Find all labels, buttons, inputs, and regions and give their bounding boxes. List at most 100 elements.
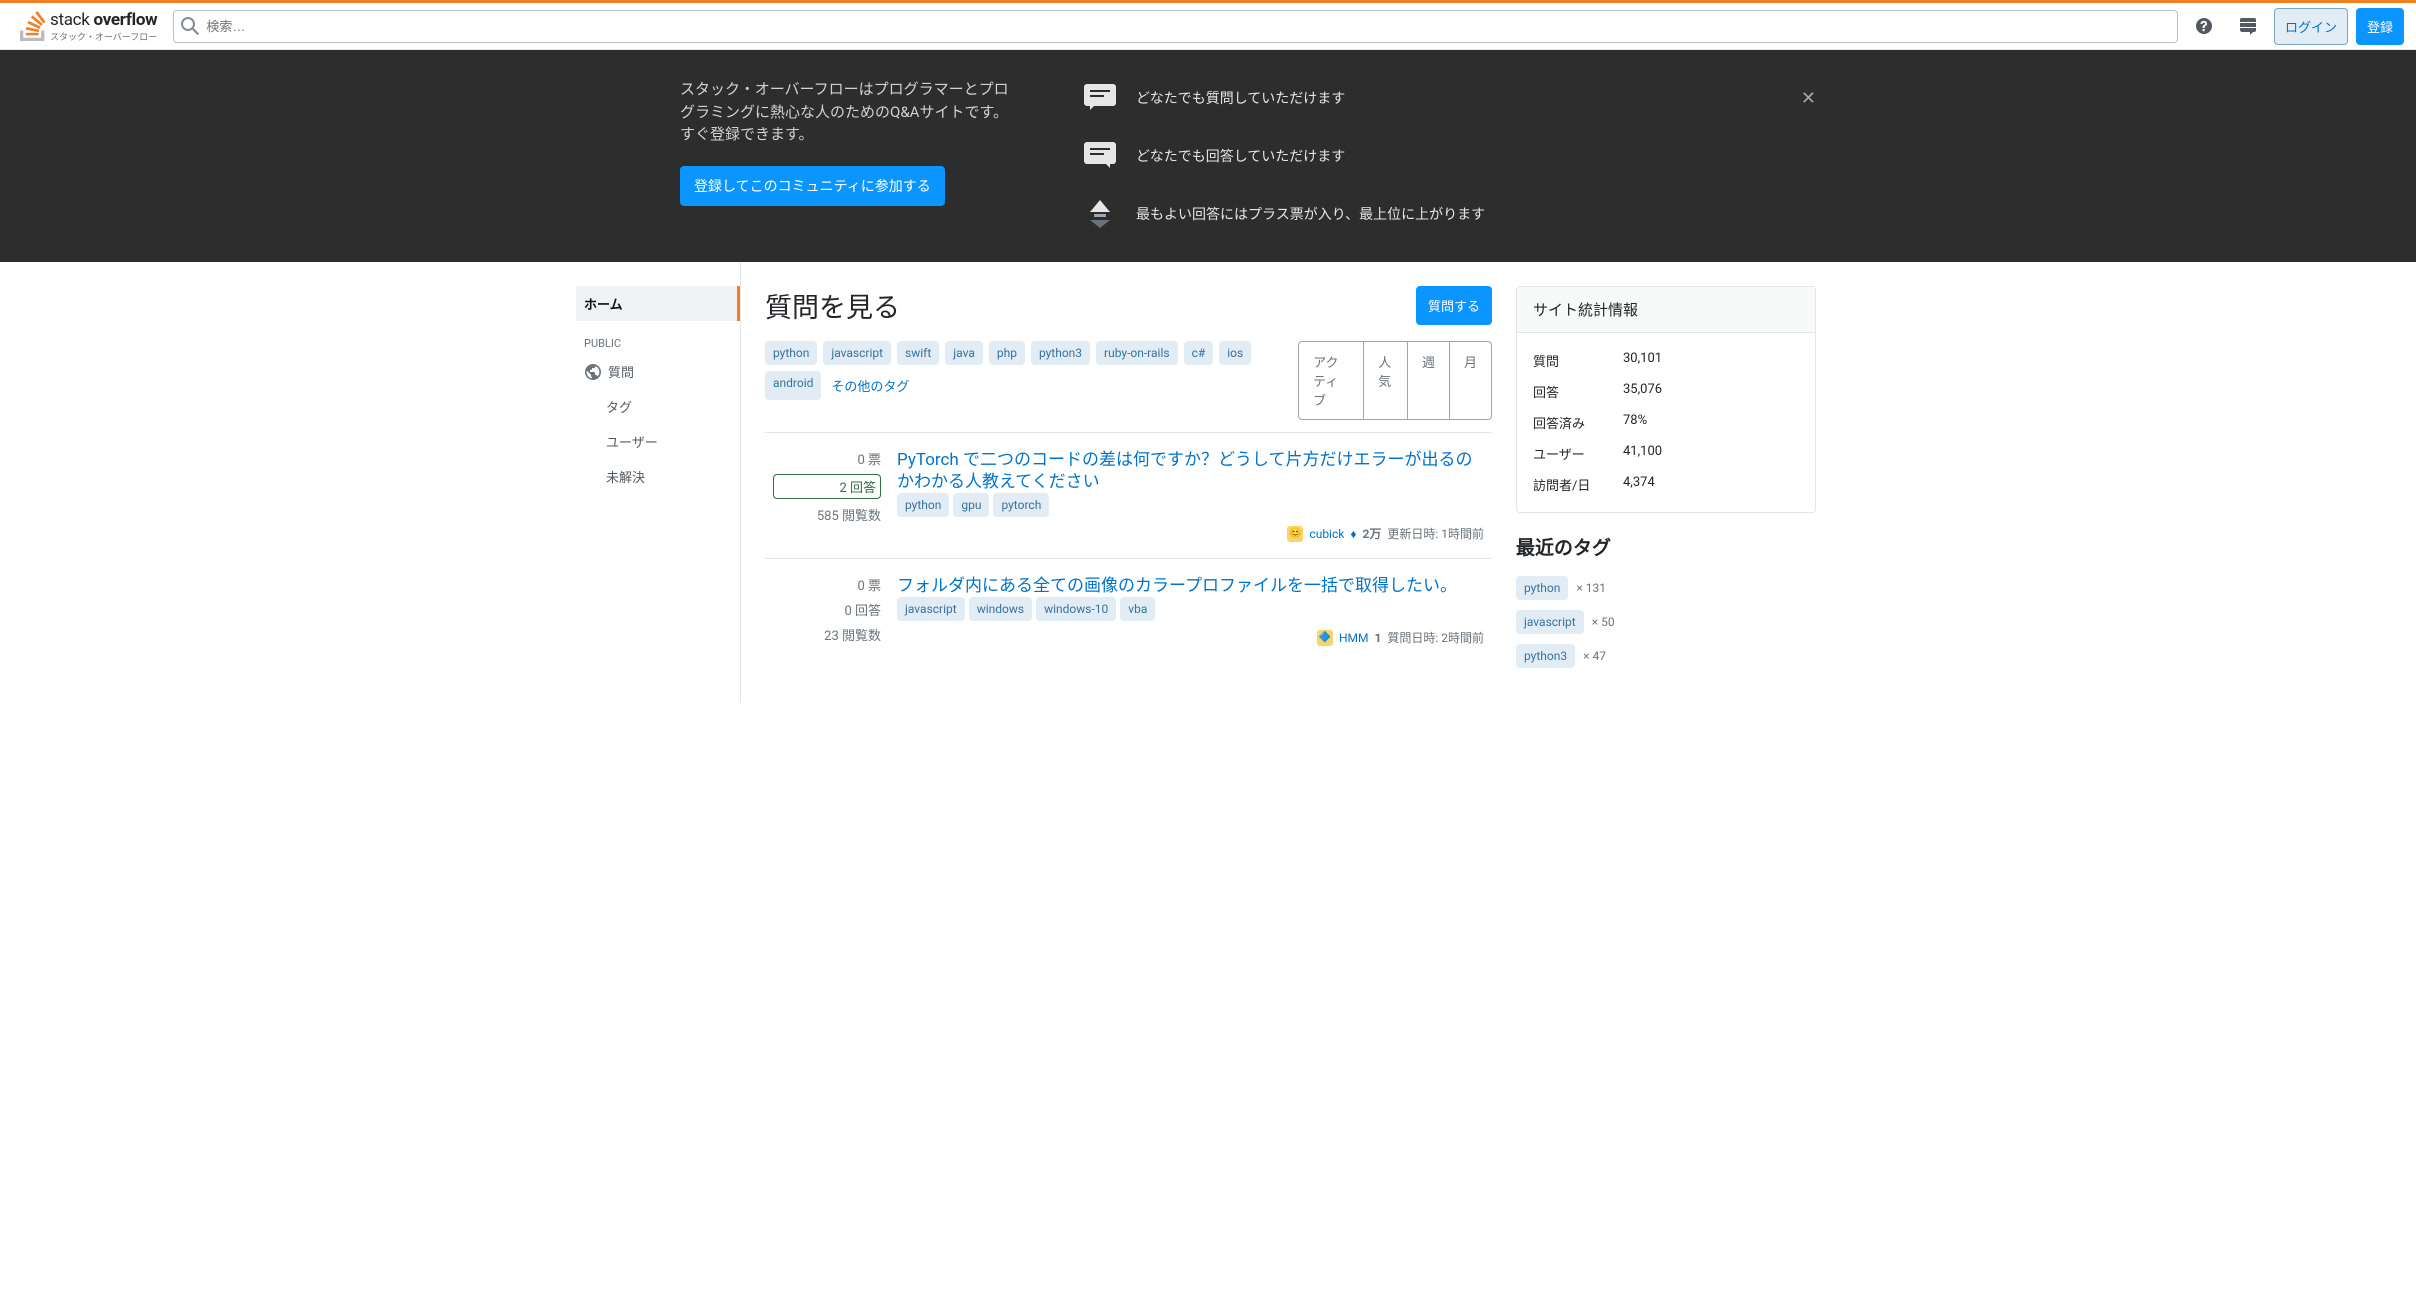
stat-label: 回答 (1533, 382, 1623, 401)
inbox-icon[interactable] (2230, 8, 2266, 44)
timestamp: 質問日時: 2時間前 (1387, 629, 1484, 646)
login-button[interactable]: ログイン (2274, 8, 2348, 45)
hero-description: スタック・オーバーフローはプログラマーとプログラミングに熱心な人のためのQ&Aサ… (680, 78, 1020, 146)
stat-row: 回答済み78% (1533, 407, 1799, 438)
logo[interactable]: stack overflow スタック・オーバーフロー (12, 10, 165, 43)
sidebar-item-unanswered[interactable]: 未解決 (576, 459, 740, 494)
username[interactable]: HMM (1339, 631, 1369, 645)
tag-python[interactable]: python (1516, 576, 1568, 600)
tag-gpu[interactable]: gpu (953, 493, 989, 517)
question-row: 0 票0 回答23 閲覧数フォルダ内にある全ての画像のカラープロファイルを一括で… (765, 558, 1492, 662)
sidebar-header-public: PUBLIC (576, 321, 740, 354)
logo-word1: stack (50, 10, 90, 30)
search-input[interactable] (173, 10, 2178, 43)
question-title[interactable]: フォルダ内にある全ての画像のカラープロファイルを一括で取得したい。 (897, 576, 1457, 596)
chat-icon (1080, 136, 1120, 176)
tag-javascript[interactable]: javascript (823, 341, 891, 365)
tag-windows-10[interactable]: windows-10 (1036, 597, 1116, 621)
hero-features: ✕ どなたでも質問していただけます どなたでも回答していただけます 最もよい回答… (1080, 78, 1816, 234)
views: 585 閲覧数 (773, 505, 881, 524)
avatar: 🔷 (1317, 630, 1333, 646)
body: ホーム PUBLIC 質問 タグ ユーザー 未解決 質問を見る 質問する pyt… (576, 262, 1840, 702)
stat-value: 35,076 (1623, 382, 1662, 401)
search-icon (181, 17, 199, 35)
tag-python[interactable]: python (765, 341, 817, 365)
question-tags: pythongpupytorch (897, 493, 1484, 517)
recent-tags-title: 最近のタグ (1516, 533, 1816, 560)
tag-java[interactable]: java (945, 341, 983, 365)
sidebar-item-users[interactable]: ユーザー (576, 424, 740, 459)
tag-javascript[interactable]: javascript (1516, 610, 1584, 634)
tag-python[interactable]: python (897, 493, 949, 517)
username[interactable]: cubick (1309, 527, 1344, 541)
sidebar-label: 質問 (608, 362, 634, 381)
tag-swift[interactable]: swift (897, 341, 939, 365)
stat-label: 回答済み (1533, 413, 1623, 432)
hero-banner: スタック・オーバーフローはプログラマーとプログラミングに熱心な人のためのQ&Aサ… (0, 50, 2416, 262)
sort-tab[interactable]: 週 (1407, 342, 1449, 419)
stats-title: サイト統計情報 (1517, 287, 1815, 333)
answers: 2 回答 (773, 474, 881, 499)
tag-c#[interactable]: c# (1184, 341, 1214, 365)
question-title[interactable]: PyTorch で二つのコードの差は何ですか？どうして片方だけエラーが出るのかわ… (897, 450, 1472, 492)
main: 質問を見る 質問する pythonjavascriptswiftjavaphpp… (765, 286, 1492, 678)
stat-value: 41,100 (1623, 444, 1662, 463)
topbar: stack overflow スタック・オーバーフロー ログイン 登録 (0, 0, 2416, 50)
tag-vba[interactable]: vba (1120, 597, 1155, 621)
tag-php[interactable]: php (989, 341, 1025, 365)
stat-value: 4,374 (1623, 475, 1655, 494)
stat-label: 訪問者/日 (1533, 475, 1623, 494)
tag-ios[interactable]: ios (1219, 341, 1251, 365)
content: 質問を見る 質問する pythonjavascriptswiftjavaphpp… (740, 262, 1840, 702)
logo-subtitle: スタック・オーバーフロー (50, 30, 157, 43)
answers: 0 回答 (773, 600, 881, 619)
sidebar-item-tags[interactable]: タグ (576, 389, 740, 424)
tag-ruby-on-rails[interactable]: ruby-on-rails (1096, 341, 1178, 365)
recent-tag-row: javascript× 50 (1516, 610, 1816, 634)
tag-python3[interactable]: python3 (1031, 341, 1090, 365)
stat-label: ユーザー (1533, 444, 1623, 463)
question-list: 0 票 2 回答 585 閲覧数 PyTorch で二つのコードの差は何ですか？どうし… (765, 432, 1492, 662)
recent-tag-row: python3 × 47 (1516, 644, 1816, 668)
sidebar-item-home[interactable]: ホーム (576, 286, 740, 321)
question-stats: 0 票0 回答23 閲覧数 (773, 575, 881, 646)
avatar: 😊 (1287, 526, 1303, 542)
tags-sort-row: pythonjavascriptswiftjavaphppython3ruby-… (765, 341, 1492, 420)
sort-tab[interactable]: 月 (1449, 342, 1491, 419)
help-icon[interactable] (2186, 8, 2222, 44)
close-icon[interactable]: ✕ (1801, 88, 1816, 109)
hero-left: スタック・オーバーフローはプログラマーとプログラミングに熱心な人のためのQ&Aサ… (600, 78, 1020, 234)
stat-row: 回答35,076 (1533, 376, 1799, 407)
more-tags-link[interactable]: その他のタグ (827, 371, 913, 400)
site-stats-box: サイト統計情報 質問30,101回答35,076回答済み78%ユーザー41,10… (1516, 286, 1816, 513)
question-body: フォルダ内にある全ての画像のカラープロファイルを一括で取得したい。javascr… (897, 575, 1484, 646)
tag-python3[interactable]: python3 (1516, 644, 1575, 668)
logo-word2: overflow (94, 10, 158, 30)
tag-count: × 47 (1583, 649, 1606, 663)
sidebar: ホーム PUBLIC 質問 タグ ユーザー 未解決 (576, 262, 740, 702)
hero-cta-button[interactable]: 登録してこのコミュニティに参加する (680, 166, 945, 206)
sort-tab[interactable]: アクティブ (1299, 342, 1363, 419)
sidebar-item-questions[interactable]: 質問 (576, 354, 740, 389)
aside: サイト統計情報 質問30,101回答35,076回答済み78%ユーザー41,10… (1516, 286, 1816, 678)
tag-android[interactable]: android (765, 371, 821, 400)
stackoverflow-icon (20, 11, 46, 41)
stat-row: 質問30,101 (1533, 345, 1799, 376)
tag-windows[interactable]: windows (969, 597, 1032, 621)
sort-tab[interactable]: 人気 (1363, 342, 1407, 419)
question-meta: 😊cubick♦2万更新日時: 1時間前 (897, 525, 1484, 542)
views: 23 閲覧数 (773, 625, 881, 644)
hero-feature: 最もよい回答にはプラス票が入り、最上位に上がります (1080, 194, 1816, 234)
hero-feature: どなたでも回答していただけます (1080, 136, 1816, 176)
signup-button[interactable]: 登録 (2356, 8, 2404, 45)
votes: 0 票 (773, 449, 881, 468)
main-header: 質問を見る 質問する (765, 286, 1492, 325)
popular-tags: pythonjavascriptswiftjavaphppython3ruby-… (765, 341, 1298, 400)
feature-text: どなたでも回答していただけます (1136, 146, 1345, 166)
recent-tags-list: python× 131javascript× 50python3× 47 (1516, 576, 1816, 668)
question-tags: javascriptwindowswindows-10vba (897, 597, 1484, 621)
tag-javascript[interactable]: javascript (897, 597, 965, 621)
tag-pytorch[interactable]: pytorch (993, 493, 1049, 517)
ask-question-button[interactable]: 質問する (1416, 286, 1492, 325)
moderator-icon: ♦ (1350, 527, 1356, 541)
